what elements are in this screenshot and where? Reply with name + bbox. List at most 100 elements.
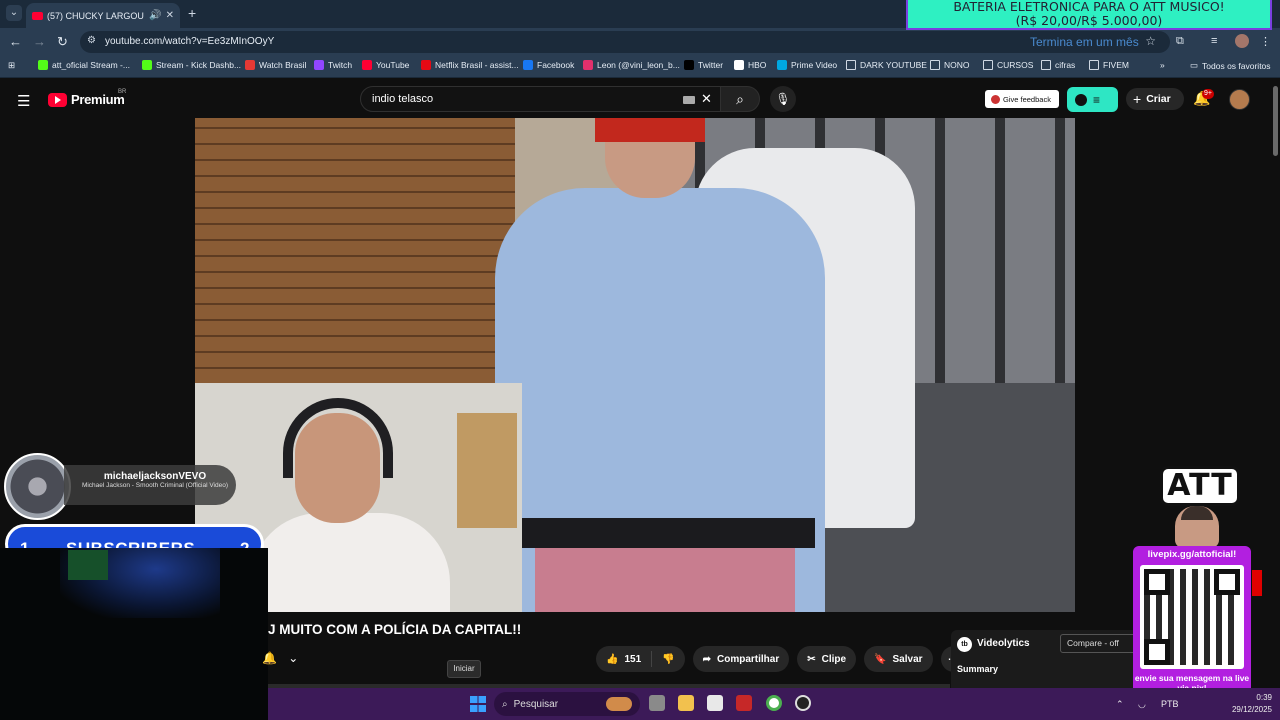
goal-banner: BATERIA ELETRONICA PARA O ATT MUSICO! (R… [906,0,1272,30]
hamburger-menu-icon[interactable]: ☰ [17,92,30,110]
chrome-icon[interactable] [766,695,782,711]
search-input[interactable]: indio telasco [372,93,433,105]
bookmark-item[interactable]: Prime Video [777,60,837,70]
search-button[interactable]: ⌕ [720,86,760,112]
account-avatar[interactable] [1229,89,1250,110]
video-player[interactable] [195,118,1075,612]
bookmark-label: att_oficial Stream -... [52,60,130,70]
bookmarks-bar: ⊞ att_oficial Stream -... Stream - Kick D… [0,56,1280,78]
room-camera-inset [0,548,268,720]
all-bookmarks[interactable]: ▭ Todos os favoritos [1190,60,1271,71]
create-button[interactable]: + Criar [1126,88,1184,110]
bookmark-item[interactable]: Stream - Kick Dashb... [142,60,241,70]
bookmark-favicon-icon [734,60,744,70]
bookmark-item[interactable]: Facebook [523,60,574,70]
keyboard-icon[interactable] [683,96,695,104]
thumbs-down-icon: 👎 [662,653,675,665]
videolytics-name: Videolytics [977,638,1030,649]
now-playing-widget: michaeljacksonVEVO Michael Jackson - Smo… [4,453,236,520]
wifi-icon[interactable]: ◡ [1138,699,1146,710]
give-feedback-button[interactable]: Give feedback [985,90,1059,108]
back-icon[interactable]: ← [9,34,22,49]
qr-finder-top-right [1214,569,1240,595]
obs-icon[interactable] [795,695,811,711]
speaker-icon[interactable]: 🔊 [149,10,161,21]
video-scene-hair [595,118,705,142]
bookmark-item[interactable]: YouTube [362,60,409,70]
bookmark-item[interactable]: FIVEM [1089,60,1129,70]
tab-list-button[interactable]: ⌄ [6,5,22,21]
reload-icon[interactable]: ↻ [57,34,68,50]
search-icon: ⌕ [736,91,744,107]
site-info-icon[interactable]: ⚙ [87,35,96,46]
bookmark-label: Twitch [328,60,353,70]
bookmark-item[interactable]: DARK YOUTUBE [846,60,927,70]
bookmark-star-icon[interactable]: ☆ [1145,34,1156,48]
videolytics-logo-icon: tb [957,637,972,652]
bookmark-favicon-icon [362,60,372,70]
windows-start-icon[interactable] [470,696,486,712]
clear-search-icon[interactable]: ✕ [701,91,712,107]
video-scene-belt [515,518,815,548]
dislike-button[interactable]: 👎 [652,646,684,672]
pinned-app-icon[interactable] [736,695,752,711]
bookmark-item[interactable]: Twitter [684,60,723,70]
bell-icon: 🔔 [262,651,277,665]
tray-overflow-icon[interactable]: ⌃ [1116,699,1124,710]
give-feedback-label: Give feedback [1003,94,1051,104]
search-box[interactable]: indio telasco ✕ [360,86,722,112]
microsoft-store-icon[interactable] [707,695,723,711]
video-scene-pants [535,548,795,612]
profile-avatar[interactable] [1235,34,1249,48]
folder-icon [983,60,993,70]
bookmark-favicon-icon [583,60,593,70]
url-text: youtube.com/watch?v=Ee3zMInOOyY [105,36,275,47]
bookmark-item[interactable]: Netflix Brasil - assist... [421,60,519,70]
share-button[interactable]: ➦ Compartilhar [692,646,790,672]
bookmark-item[interactable]: HBO [734,60,766,70]
now-playing-song: Michael Jackson - Smooth Criminal (Offic… [81,482,229,489]
chevron-down-icon: ⌄ [288,651,299,665]
page-scrollbar[interactable] [1273,86,1278,156]
compare-toggle[interactable]: Compare - off [1060,634,1140,653]
taskbar-search[interactable]: ⌕ Pesquisar [494,692,640,716]
voice-search-button[interactable]: 🎙 [770,86,796,112]
bookmark-favicon-icon [421,60,431,70]
forward-icon[interactable]: → [33,34,46,49]
youtube-logo-icon [48,92,67,107]
bookmarks-overflow-icon[interactable]: » [1160,60,1165,70]
album-disc-icon [4,453,71,520]
new-tab-button[interactable]: + [188,5,196,21]
bookmark-label: YouTube [376,60,410,70]
apps-grid-icon[interactable]: ⊞ [8,60,15,71]
extensions-icon[interactable]: ⧉ [1176,35,1184,48]
reading-list-icon[interactable]: ≡ [1211,35,1217,47]
webcam-box [457,413,517,528]
videolytics-extension-button[interactable]: ≡ [1067,87,1118,112]
address-bar[interactable]: ⚙ youtube.com/watch?v=Ee3zMInOOyY ☆ [80,31,1170,53]
language-indicator[interactable]: PTB [1161,699,1179,709]
taskbar-clock[interactable]: 0:39 29/12/2025 [1226,692,1272,716]
subscribe-notification-area[interactable]: 🔔 ⌄ [262,651,298,665]
bookmark-item[interactable]: Leon (@vini_leon_b... [583,60,680,70]
bookmark-item[interactable]: CURSOS [983,60,1033,70]
bookmark-favicon-icon [245,60,255,70]
clip-button[interactable]: ✂ Clipe [797,646,857,672]
microphone-icon: 🎙 [775,92,791,106]
bookmark-item[interactable]: Watch Brasil [245,60,306,70]
bookmark-item[interactable]: Twitch [314,60,352,70]
file-explorer-icon[interactable] [678,695,694,711]
bookmark-label: Stream - Kick Dashb... [156,60,242,70]
close-tab-icon[interactable]: ✕ [166,10,174,21]
bookmark-item[interactable]: NONO [930,60,970,70]
bookmark-item[interactable]: att_oficial Stream -... [38,60,130,70]
like-button[interactable]: 👍 151 [596,646,651,672]
feedback-logo-icon [991,94,1000,104]
browser-tab[interactable]: (57) CHUCKY LARGOU O G 🔊 ✕ [26,3,180,28]
kebab-menu-icon[interactable]: ⋮ [1260,35,1271,48]
save-button[interactable]: 🔖 Salvar [864,646,933,672]
bookmark-item[interactable]: cifras [1041,60,1075,70]
youtube-premium-logo[interactable]: Premium BR [48,89,126,107]
task-view-icon[interactable] [649,695,665,711]
bookmark-favicon-icon [777,60,787,70]
